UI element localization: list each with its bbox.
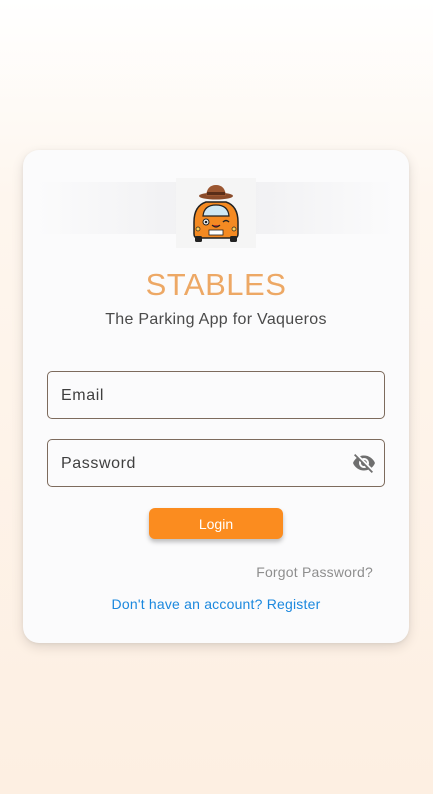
cowboy-car-logo-icon xyxy=(193,185,239,242)
login-button[interactable]: Login xyxy=(149,508,283,539)
app-title: STABLES xyxy=(145,267,287,302)
password-input[interactable] xyxy=(59,440,343,488)
register-link[interactable]: Don't have an account? Register xyxy=(23,596,409,612)
app-logo xyxy=(176,178,256,248)
forgot-password-link[interactable]: Forgot Password? xyxy=(256,564,373,580)
password-field[interactable] xyxy=(47,439,385,488)
app-subtitle: The Parking App for Vaqueros xyxy=(105,311,327,328)
visibility-off-icon[interactable] xyxy=(352,451,376,475)
email-field[interactable] xyxy=(47,371,385,420)
email-input[interactable] xyxy=(59,372,343,420)
login-card: STABLES The Parking App for Vaqueros Log… xyxy=(23,150,409,643)
